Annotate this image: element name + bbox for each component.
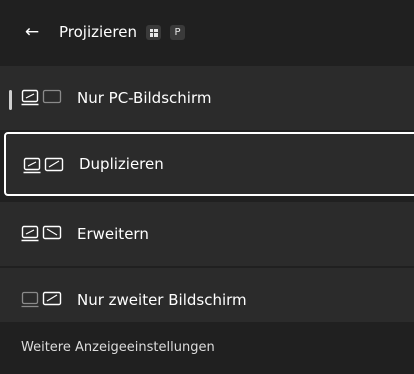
pc-screen-only-icon [21,89,62,106]
option-duplicate[interactable]: Duplizieren [4,132,414,196]
panel-footer: Weitere Anzeigeeinstellungen [0,322,414,374]
project-panel: ← Projizieren P Nur PC-Bildschirm Dupliz… [0,0,414,374]
duplicate-icon [23,157,64,174]
back-arrow-icon: ← [24,21,40,42]
option-label: Nur zweiter Bildschirm [77,291,247,309]
more-display-settings-link[interactable]: Weitere Anzeigeeinstellungen [21,340,215,355]
p-key-badge: P [170,25,185,40]
option-label: Nur PC-Bildschirm [77,89,212,107]
active-indicator [9,90,12,110]
option-pc-screen-only[interactable]: Nur PC-Bildschirm [0,66,414,130]
panel-header: ← Projizieren P [0,0,414,64]
windows-logo-icon [149,28,158,37]
option-label: Duplizieren [79,155,164,173]
panel-title: Projizieren [59,23,137,41]
extend-icon [21,225,62,242]
second-screen-only-icon [21,291,62,308]
windows-key-badge [146,25,161,40]
back-button[interactable]: ← [22,22,42,42]
option-extend[interactable]: Erweitern [0,202,414,266]
option-label: Erweitern [77,225,149,243]
